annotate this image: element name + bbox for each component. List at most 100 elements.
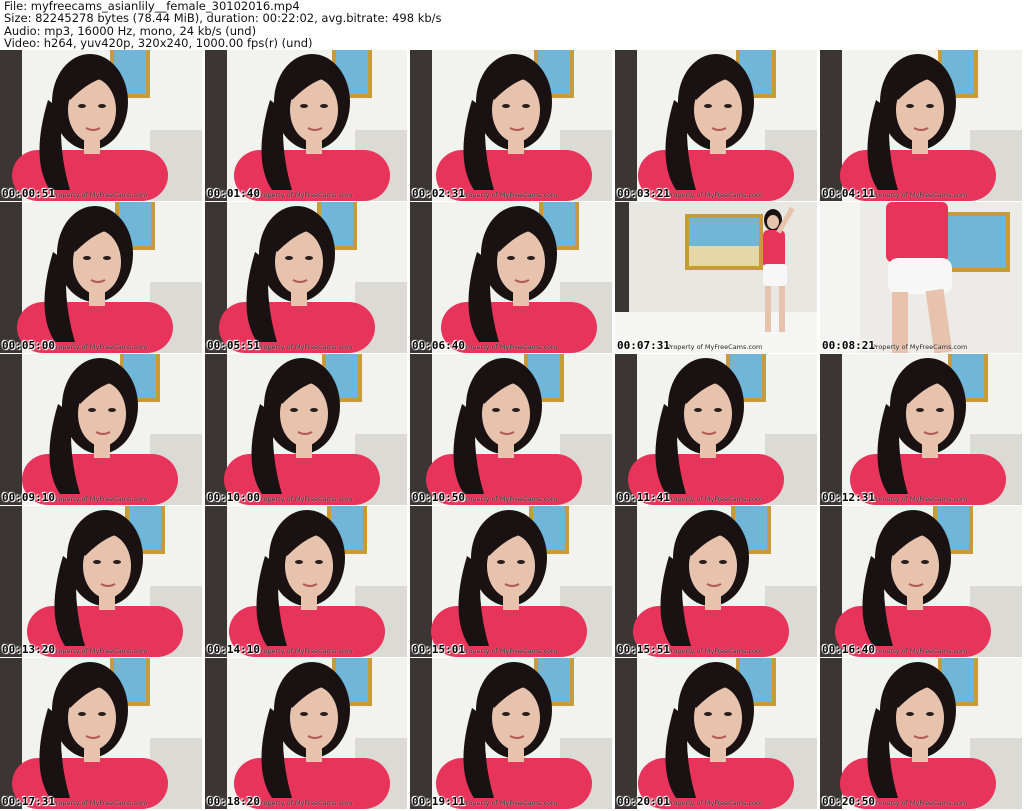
watermark-text: Property of MyFreeCams.com [872, 495, 968, 503]
watermark-text: Property of MyFreeCams.com [667, 191, 763, 199]
timestamp-label: 00:01:40 [207, 187, 260, 200]
timestamp-label: 00:14:10 [207, 643, 260, 656]
watermark-text: Property of MyFreeCams.com [462, 647, 558, 655]
video-thumbnail: Property of MyFreeCams.com 00:05:51 [205, 202, 407, 353]
timestamp-label: 00:13:20 [2, 643, 55, 656]
timestamp-label: 00:11:41 [617, 491, 670, 504]
video-thumbnail: Property of MyFreeCams.com 00:04:11 [820, 50, 1022, 201]
video-thumbnail: Property of MyFreeCams.com 00:15:51 [615, 506, 817, 657]
video-thumbnail: Property of MyFreeCams.com 00:01:40 [205, 50, 407, 201]
video-thumbnail: Property of MyFreeCams.com 00:12:31 [820, 354, 1022, 505]
video-thumbnail: Property of MyFreeCams.com 00:18:20 [205, 658, 407, 809]
timestamp-label: 00:16:40 [822, 643, 875, 656]
video-thumbnail: Property of MyFreeCams.com 00:11:41 [615, 354, 817, 505]
video-thumbnail: Property of MyFreeCams.com 00:13:20 [0, 506, 202, 657]
timestamp-label: 00:19:11 [412, 795, 465, 808]
watermark-text: Property of MyFreeCams.com [257, 495, 353, 503]
thumbnail-image [205, 658, 407, 809]
thumbnail-image [410, 506, 612, 657]
watermark-text: Property of MyFreeCams.com [872, 647, 968, 655]
video-thumbnail: Property of MyFreeCams.com 00:19:11 [410, 658, 612, 809]
video-thumbnail: Property of MyFreeCams.com 00:20:01 [615, 658, 817, 809]
video-line: Video: h264, yuv420p, 320x240, 1000.00 f… [4, 36, 313, 51]
timestamp-label: 00:10:00 [207, 491, 260, 504]
timestamp-label: 00:05:00 [2, 339, 55, 352]
thumbnail-image [820, 506, 1022, 657]
thumbnail-image [205, 506, 407, 657]
video-thumbnail: Property of MyFreeCams.com 00:10:00 [205, 354, 407, 505]
video-thumbnail: Property of MyFreeCams.com 00:08:21 [820, 202, 1022, 353]
timestamp-label: 00:09:10 [2, 491, 55, 504]
watermark-text: Property of MyFreeCams.com [667, 799, 763, 807]
watermark-text: Property of MyFreeCams.com [52, 799, 148, 807]
thumbnail-image [410, 202, 612, 353]
watermark-text: Property of MyFreeCams.com [667, 343, 763, 351]
thumbnail-image [615, 658, 817, 809]
thumbnail-image [0, 202, 202, 353]
thumbnail-grid: Property of MyFreeCams.com 00:00:51 Prope… [0, 50, 1024, 811]
thumbnail-image [410, 658, 612, 809]
thumbnail-image [820, 658, 1022, 809]
video-thumbnail: Property of MyFreeCams.com 00:05:00 [0, 202, 202, 353]
timestamp-label: 00:03:21 [617, 187, 670, 200]
video-thumbnail: Property of MyFreeCams.com 00:20:50 [820, 658, 1022, 809]
watermark-text: Property of MyFreeCams.com [872, 343, 968, 351]
thumbnail-image [820, 354, 1022, 505]
thumbnail-image [615, 50, 817, 201]
watermark-text: Property of MyFreeCams.com [52, 495, 148, 503]
thumbnail-image [205, 50, 407, 201]
watermark-text: Property of MyFreeCams.com [257, 343, 353, 351]
timestamp-label: 00:04:11 [822, 187, 875, 200]
timestamp-label: 00:07:31 [617, 339, 670, 352]
thumbnail-image [820, 202, 1022, 353]
timestamp-label: 00:17:31 [2, 795, 55, 808]
thumbnail-image [0, 354, 202, 505]
watermark-text: Property of MyFreeCams.com [52, 647, 148, 655]
thumbnail-image [410, 50, 612, 201]
thumbnail-image [205, 202, 407, 353]
thumbnail-image [205, 354, 407, 505]
video-thumbnail: Property of MyFreeCams.com 00:10:50 [410, 354, 612, 505]
timestamp-label: 00:20:50 [822, 795, 875, 808]
timestamp-label: 00:05:51 [207, 339, 260, 352]
video-thumbnail: Property of MyFreeCams.com 00:16:40 [820, 506, 1022, 657]
watermark-text: Property of MyFreeCams.com [462, 343, 558, 351]
video-thumbnail: Property of MyFreeCams.com 00:06:40 [410, 202, 612, 353]
thumbnail-image [820, 50, 1022, 201]
timestamp-label: 00:08:21 [822, 339, 875, 352]
thumbnail-image [0, 50, 202, 201]
timestamp-label: 00:15:51 [617, 643, 670, 656]
watermark-text: Property of MyFreeCams.com [872, 191, 968, 199]
watermark-text: Property of MyFreeCams.com [257, 191, 353, 199]
thumbnail-image [0, 658, 202, 809]
video-thumbnail: Property of MyFreeCams.com 00:17:31 [0, 658, 202, 809]
video-thumbnail: Property of MyFreeCams.com 00:14:10 [205, 506, 407, 657]
watermark-text: Property of MyFreeCams.com [52, 191, 148, 199]
video-thumbnail: Property of MyFreeCams.com 00:09:10 [0, 354, 202, 505]
video-thumbnail: Property of MyFreeCams.com 00:15:01 [410, 506, 612, 657]
watermark-text: Property of MyFreeCams.com [257, 799, 353, 807]
watermark-text: Property of MyFreeCams.com [872, 799, 968, 807]
timestamp-label: 00:15:01 [412, 643, 465, 656]
timestamp-label: 00:00:51 [2, 187, 55, 200]
video-thumbnail: Property of MyFreeCams.com 00:02:31 [410, 50, 612, 201]
watermark-text: Property of MyFreeCams.com [462, 495, 558, 503]
timestamp-label: 00:10:50 [412, 491, 465, 504]
thumbnail-image [615, 506, 817, 657]
timestamp-label: 00:02:31 [412, 187, 465, 200]
video-thumbnail: Property of MyFreeCams.com 00:00:51 [0, 50, 202, 201]
watermark-text: Property of MyFreeCams.com [667, 647, 763, 655]
timestamp-label: 00:20:01 [617, 795, 670, 808]
timestamp-label: 00:18:20 [207, 795, 260, 808]
watermark-text: Property of MyFreeCams.com [257, 647, 353, 655]
thumbnail-image [615, 202, 817, 353]
video-thumbnail: Property of MyFreeCams.com 00:03:21 [615, 50, 817, 201]
video-thumbnail: Property of MyFreeCams.com 00:07:31 [615, 202, 817, 353]
thumbnail-image [0, 506, 202, 657]
size-line: Size: 82245278 bytes (78.44 MiB), durati… [4, 11, 442, 26]
thumbnail-image [410, 354, 612, 505]
file-info-header: File: myfreecams_asianlily__female_30102… [4, 0, 442, 50]
watermark-text: Property of MyFreeCams.com [52, 343, 148, 351]
timestamp-label: 00:06:40 [412, 339, 465, 352]
timestamp-label: 00:12:31 [822, 491, 875, 504]
